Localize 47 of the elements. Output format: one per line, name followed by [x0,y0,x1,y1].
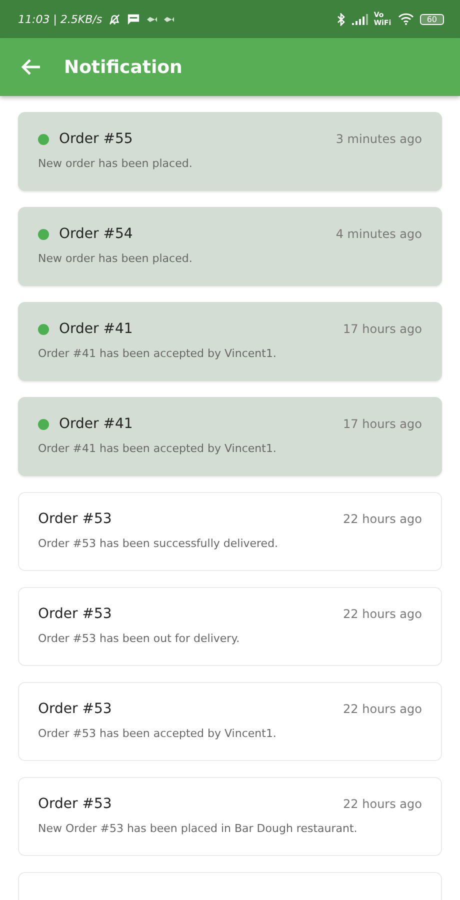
notification-time: 4 minutes ago [336,227,422,241]
notification-message: New order has been placed. [38,252,194,265]
notification-time: 22 hours ago [343,702,422,716]
notification-title: Order #54 [59,226,133,242]
notification-card[interactable]: Order #53 22 hours ago Order #53 has been successfully delivered. [18,492,442,571]
notification-card[interactable]: Order #53 22 hours ago New Order #53 has been placed in Bar Dough restaurant. [18,777,442,856]
notification-title: Order #41 [59,321,133,337]
fish-icon [146,16,158,22]
unread-dot [38,418,49,430]
notification-message: Order #53 has been out for delivery. [38,632,241,645]
battery-indicator: 60 [420,14,444,24]
notification-time: 17 hours ago [343,417,422,431]
message-icon [127,13,140,25]
notification-message: Order #53 has been successfully delivered. [38,537,280,550]
unread-dot [38,134,49,144]
notification-time: 22 hours ago [343,607,422,621]
unread-dot [38,228,49,240]
notification-title: Order #53 [38,511,112,527]
notification-title: Order #55 [59,131,133,147]
notification-title: Order #53 [38,606,112,622]
notification-time: 17 hours ago [343,322,422,336]
status-time: 11:03 | 2.5KB/s [18,12,102,26]
notification-message: Order #53 has been accepted by Vincent1. [38,727,278,740]
notification-card[interactable]: Order #54 4 minutes ago New order has been placed. [18,207,442,286]
notification-time: 3 minutes ago [336,132,422,146]
notification-message: New order has been placed. [38,157,194,170]
notification-message: Order #41 has been accepted by Vincent1. [38,347,278,360]
notification-title: Order #41 [59,416,133,432]
wifi-icon [398,13,414,25]
notification-title: Order #53 [38,701,112,717]
notification-message: New Order #53 has been placed in Bar Dough restaurant. [38,822,358,835]
notification-time: 22 hours ago [343,797,422,811]
notification-title: Order #53 [38,796,112,812]
notification-card[interactable]: Order #41 17 hours ago Order #41 has been accepted by Vincent1. [18,397,442,476]
notification-card[interactable]: Order #55 3 minutes ago New order has been placed. [18,112,442,191]
notification-card[interactable]: Order #41 17 hours ago Order #41 has been accepted by Vincent1. [18,302,442,381]
page-title: Notification [64,56,182,78]
bell-off-icon [108,12,122,26]
back-button[interactable] [20,58,42,76]
notification-message: Order #41 has been accepted by Vincent1. [38,442,278,455]
bluetooth-icon [336,12,346,26]
notification-card[interactable]: Order #53 22 hours ago Order #53 has been out for delivery. [18,587,442,666]
fish-icon [163,16,174,22]
notification-time: 22 hours ago [343,512,422,526]
signal-icon [352,14,368,24]
unread-dot [38,324,49,334]
notification-card[interactable]: Order #53 22 hours ago Order #53 has been accepted by Vincent1. [18,682,442,761]
